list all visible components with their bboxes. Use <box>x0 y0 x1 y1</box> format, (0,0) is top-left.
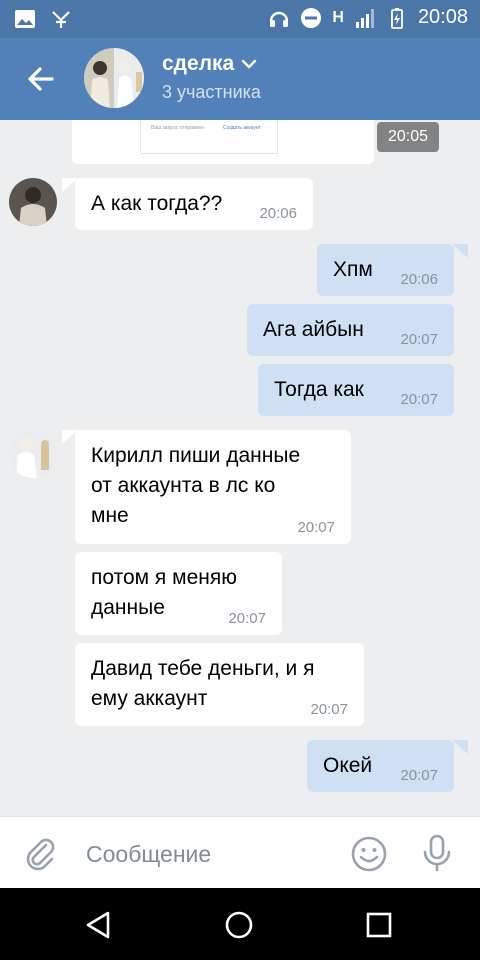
paperclip-icon[interactable] <box>22 835 58 871</box>
network-type-label: H <box>332 8 344 26</box>
chat-header: сделка 3 участника <box>0 38 480 120</box>
square-recent-icon[interactable] <box>362 908 396 942</box>
message-input[interactable] <box>86 837 336 871</box>
message-text-line: Давид тебе деньги, и я <box>91 657 315 680</box>
message-time: 20:07 <box>310 701 348 718</box>
photo-preview-text-right: Создать аккаунт <box>223 125 261 131</box>
bubble-tail <box>452 244 468 258</box>
message-bubble[interactable]: потом я меняю данные 20:07 <box>75 552 282 635</box>
status-bar: H 20:08 <box>0 0 480 38</box>
message-bubble[interactable]: Окей 20:07 <box>307 740 454 792</box>
message-bubble[interactable]: Давид тебе деньги, и я ему аккаунт 20:07 <box>75 643 364 726</box>
chat-avatar-image <box>84 48 144 108</box>
signal-icon <box>355 8 374 28</box>
triangle-back-icon[interactable] <box>82 908 116 942</box>
chat-title-text: сделка <box>162 52 235 75</box>
battery-icon <box>391 7 403 29</box>
gallery-icon <box>15 10 35 28</box>
message-time: 20:07 <box>400 331 438 348</box>
chevron-down-icon <box>242 59 257 69</box>
photo-message[interactable]: Ваш запрос отправлен Создать аккаунт 20:… <box>72 120 439 164</box>
message-text-line: потом я меняю <box>91 566 237 589</box>
app-notification-icon <box>52 11 70 28</box>
photo-preview[interactable]: Ваш запрос отправлен Создать аккаунт <box>140 120 278 154</box>
message-time: 20:06 <box>259 205 297 222</box>
message-time: 20:07 <box>297 519 335 536</box>
composer-bar <box>0 816 480 888</box>
bubble-tail <box>452 740 468 754</box>
status-bar-right: H 20:08 <box>268 6 468 29</box>
message-text-line: Кирилл пиши данные <box>91 444 301 467</box>
sender-avatar-image <box>9 178 57 226</box>
message-time: 20:07 <box>400 767 438 784</box>
status-bar-left <box>14 8 72 30</box>
circle-home-icon[interactable] <box>222 908 256 942</box>
message-time: 20:06 <box>400 271 438 288</box>
message-list[interactable]: Ваш запрос отправлен Создать аккаунт 20:… <box>0 120 480 816</box>
microphone-icon[interactable] <box>418 833 456 873</box>
message-bubble[interactable]: Кирилл пиши данные от аккаунта в лс ко м… <box>75 430 351 544</box>
photo-message-time: 20:05 <box>377 122 439 152</box>
sender-avatar[interactable] <box>9 178 57 226</box>
message-text-line: ему аккаунт <box>91 687 208 710</box>
message-bubble[interactable]: Тогда как 20:07 <box>258 364 454 416</box>
smile-icon[interactable] <box>350 835 388 873</box>
system-nav-bar <box>0 888 480 960</box>
do-not-disturb-icon <box>301 7 322 28</box>
arrow-left-icon[interactable] <box>22 60 60 98</box>
chat-avatar[interactable] <box>84 48 144 108</box>
sender-avatar-image <box>9 430 57 478</box>
message-bubble[interactable]: Ага айбын 20:07 <box>247 304 454 356</box>
photo-preview-text-left: Ваш запрос отправлен <box>151 125 204 131</box>
message-bubble[interactable]: А как тогда?? 20:06 <box>75 178 313 230</box>
sender-avatar[interactable] <box>9 430 57 478</box>
status-time: 20:08 <box>417 6 468 28</box>
headphones-icon <box>270 11 289 27</box>
chat-title[interactable]: сделка <box>162 52 258 76</box>
message-time: 20:07 <box>228 610 266 627</box>
message-time: 20:07 <box>400 391 438 408</box>
message-bubble[interactable]: Хпм 20:06 <box>317 244 454 296</box>
message-text-line: от аккаунта в лс ко <box>91 474 276 497</box>
chat-participants-count: 3 участника <box>162 82 261 102</box>
